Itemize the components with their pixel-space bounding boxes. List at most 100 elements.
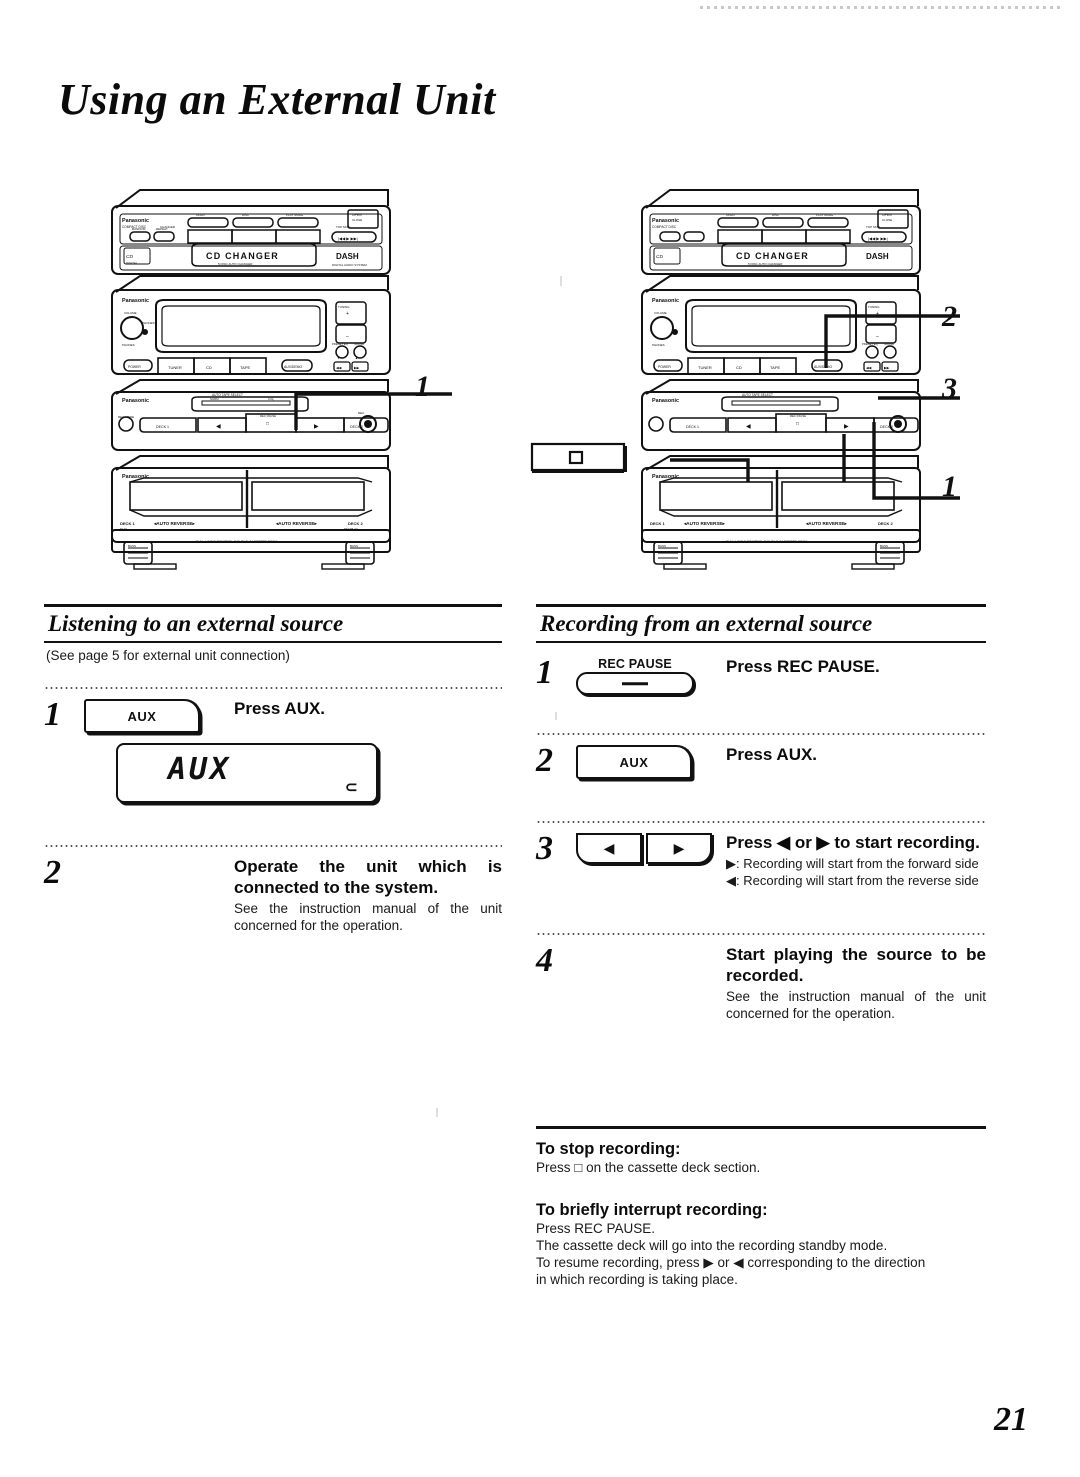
note-reverse: ◀: Recording will start from the reverse…: [726, 872, 979, 888]
step-title: Press AUX.: [726, 745, 818, 764]
step-key-graphic: AUX: [576, 743, 726, 779]
left-step-2: 2 Operate the unit which is connected to…: [44, 847, 502, 934]
step-body: Press AUX.: [726, 743, 986, 765]
display-text: AUX: [168, 752, 232, 787]
svg-text:–: –: [876, 334, 879, 340]
svg-text:PRESET EQ: PRESET EQ: [332, 342, 349, 346]
svg-text:REC/PLAY: REC/PLAY: [344, 527, 358, 531]
rec-pause-button-cap: [576, 672, 694, 695]
left-step-1: 1 AUX Press AUX.: [44, 689, 502, 733]
svg-text:◂AUTO REVERSE▸: ◂AUTO REVERSE▸: [805, 521, 847, 526]
svg-text:◀◀: ◀◀: [336, 366, 342, 370]
svg-text:Panasonic: Panasonic: [652, 218, 679, 224]
stop-button-detail-box: [530, 440, 640, 480]
aux-button[interactable]: AUX: [84, 698, 201, 733]
svg-text:TOP SKIP: TOP SKIP: [336, 225, 350, 229]
note-forward: ▶: Recording will start from the forward…: [726, 856, 979, 871]
step-title: Press AUX.: [234, 699, 326, 718]
rec-pause-button-label: REC PAUSE: [598, 657, 672, 671]
step-number: 2: [536, 742, 553, 779]
stereo-system-illustration-right: Panasonic COMPACT DISC OPEN DISC PLAY MO…: [630, 182, 1020, 572]
svg-text:DECK 2: DECK 2: [878, 521, 893, 526]
step-key-graphic-empty: [84, 855, 234, 857]
svg-text:PRESET EQ: PRESET EQ: [862, 342, 879, 346]
svg-text:CD: CD: [206, 365, 212, 370]
svg-text:TAPE: TAPE: [770, 365, 780, 370]
svg-text:BASS: BASS: [880, 544, 888, 548]
svg-text:PLAY MODE: PLAY MODE: [286, 213, 303, 217]
callout-2-right: 2: [942, 300, 957, 333]
svg-text:◂AUTO REVERSE▸: ◂AUTO REVERSE▸: [275, 521, 317, 526]
left-section-subtitle: (See page 5 for external unit connection…: [46, 648, 290, 663]
svg-text:CD: CD: [656, 254, 663, 260]
svg-text:COMPACT DISC: COMPACT DISC: [652, 225, 677, 229]
svg-text:DISC: DISC: [772, 213, 780, 217]
svg-text:POWER: POWER: [128, 365, 141, 369]
direction-buttons: ◀ ▶: [576, 833, 726, 864]
step-number: 2: [44, 854, 61, 891]
right-step-2: 2 AUX Press AUX.: [536, 735, 986, 779]
svg-text:DECK 1: DECK 1: [650, 521, 665, 526]
svg-text:BASS: BASS: [658, 544, 666, 548]
svg-text:DASH: DASH: [866, 252, 889, 261]
svg-text:◂AUTO REVERSE▸: ◂AUTO REVERSE▸: [153, 521, 195, 526]
svg-text:▶: ▶: [314, 424, 319, 430]
svg-text:REC PAUSE: REC PAUSE: [790, 414, 806, 418]
page-title: Using an External Unit: [58, 75, 496, 124]
step-key-graphic-empty: [576, 943, 726, 945]
svg-text:CD CHANGER: CD CHANGER: [736, 251, 809, 261]
step-title: Operate the unit which is connected to t…: [234, 857, 502, 897]
step-title: Press ◀ or ▶ to start recording.: [726, 833, 980, 852]
aux-button[interactable]: AUX: [576, 744, 693, 779]
reverse-direction-button[interactable]: ◀: [576, 833, 642, 864]
svg-text:DECK 2: DECK 2: [350, 425, 363, 429]
svg-text:TUNING: TUNING: [868, 305, 880, 309]
svg-text:DASH: DASH: [336, 252, 359, 261]
step-number: 4: [536, 942, 553, 979]
interrupt-recording-line-2: The cassette deck will go into the recor…: [536, 1238, 888, 1253]
step-key-graphic: REC PAUSE: [576, 655, 726, 695]
rec-pause-button[interactable]: REC PAUSE: [576, 657, 694, 695]
svg-text:|◀◀ ▶ ▶▶|: |◀◀ ▶ ▶▶|: [338, 236, 358, 241]
step-number: 3: [536, 830, 553, 867]
svg-text:TOP SKIP: TOP SKIP: [866, 225, 880, 229]
step-number: 1: [536, 654, 553, 691]
left-section-heading: Listening to an external source: [48, 611, 344, 636]
step-title: Press REC PAUSE.: [726, 657, 880, 676]
svg-text:OPEN: OPEN: [196, 213, 205, 217]
svg-text:□: □: [796, 421, 799, 427]
forward-direction-button[interactable]: ▶: [646, 833, 712, 864]
svg-text:Panasonic: Panasonic: [652, 298, 679, 304]
svg-text:◀: ◀: [216, 424, 221, 430]
svg-text:|◀◀ ▶ ▶▶|: |◀◀ ▶ ▶▶|: [868, 236, 888, 241]
step-body: Operate the unit which is connected to t…: [234, 855, 502, 934]
right-step-4: 4 Start playing the source to be recorde…: [536, 935, 986, 1022]
svg-text:5 DISC AUTO CHANGER: 5 DISC AUTO CHANGER: [218, 262, 253, 266]
svg-text:◂AUTO REVERSE▸: ◂AUTO REVERSE▸: [683, 521, 725, 526]
step-description: See the instruction manual of the unit c…: [234, 901, 502, 933]
svg-text:PHONES: PHONES: [122, 343, 135, 347]
display-panel: AUX ⊃: [116, 743, 378, 803]
svg-text:Panasonic: Panasonic: [652, 398, 679, 404]
svg-text:OPEN: OPEN: [882, 213, 892, 217]
svg-text:BASS: BASS: [128, 544, 136, 548]
step-number: 1: [44, 696, 61, 733]
svg-text:RANDOM: RANDOM: [132, 227, 146, 231]
svg-text:VOLUME: VOLUME: [654, 311, 667, 315]
callout-1-left: 1: [415, 370, 430, 403]
stop-recording-heading: To stop recording:: [536, 1140, 681, 1158]
svg-text:▼: ▼: [337, 356, 340, 360]
stereo-system-illustration-left: Panasonic COMPACT DISC CHANGER OPEN DISC…: [100, 182, 490, 572]
svg-text:CLOSE: CLOSE: [882, 218, 892, 222]
svg-text:CLOSE: CLOSE: [352, 218, 362, 222]
right-column: Recording from an external source 1 REC …: [536, 604, 986, 1022]
step-body: Start playing the source to be recorded.…: [726, 943, 986, 1022]
svg-text:▶: ▶: [844, 424, 849, 430]
svg-text:5 DISC AUTO CHANGER: 5 DISC AUTO CHANGER: [748, 262, 783, 266]
svg-text:PLAY MODE: PLAY MODE: [816, 213, 833, 217]
svg-text:POWER: POWER: [658, 365, 671, 369]
svg-text:SOUND: SOUND: [354, 342, 364, 346]
svg-text:Panasonic: Panasonic: [122, 298, 149, 304]
svg-text:TAPE: TAPE: [240, 365, 250, 370]
svg-text:◀◀: ◀◀: [866, 366, 872, 370]
